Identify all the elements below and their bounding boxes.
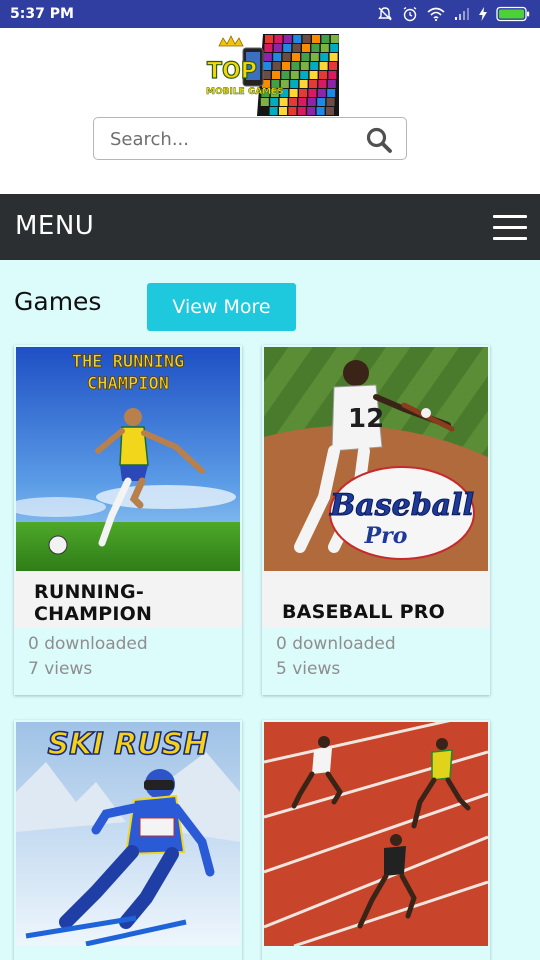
alarm-icon <box>403 6 417 22</box>
mute-bell-icon <box>378 7 392 21</box>
game-thumbnail[interactable]: THE RUNNING CHAMPION <box>16 347 240 571</box>
game-card-baseball-pro[interactable]: 12 Baseball Pro BASEBALL PRO 0 downloade… <box>262 345 490 695</box>
menu-bar: MENU <box>0 194 540 260</box>
status-icons <box>377 6 530 22</box>
status-bar: 5:37 PM <box>0 0 540 28</box>
game-card-ski-rush[interactable]: SKI RUSH <box>14 720 242 960</box>
menu-label[interactable]: MENU <box>15 211 94 241</box>
game-thumbnail[interactable] <box>264 722 488 946</box>
view-more-button[interactable]: View More <box>147 283 296 331</box>
game-thumbnail[interactable]: 12 Baseball Pro <box>264 347 488 571</box>
svg-text:TOP: TOP <box>207 59 257 84</box>
game-name-box: RUNNING- CHAMPION <box>14 571 242 627</box>
search-icon[interactable] <box>365 126 393 154</box>
svg-text:THE RUNNING: THE RUNNING <box>72 352 185 372</box>
search-input[interactable] <box>110 126 350 152</box>
svg-text:Pro: Pro <box>364 523 408 549</box>
search-box <box>93 117 407 160</box>
wifi-icon <box>427 7 445 21</box>
svg-text:12: 12 <box>348 404 384 434</box>
section-title: Games <box>14 287 102 316</box>
svg-text:SKI RUSH: SKI RUSH <box>48 727 209 762</box>
game-name-box: BASEBALL PRO <box>262 571 490 627</box>
hamburger-menu-icon[interactable] <box>493 212 527 242</box>
game-title[interactable]: BASEBALL PRO <box>282 601 445 623</box>
download-count: 0 downloaded <box>28 634 148 654</box>
charging-icon <box>479 7 487 21</box>
view-count: 7 views <box>28 659 93 679</box>
battery-icon <box>496 6 530 22</box>
view-count: 5 views <box>276 659 341 679</box>
status-time: 5:37 PM <box>10 6 74 22</box>
game-card-running-champion[interactable]: THE RUNNING CHAMPION RUNNING- CHAMPION 0 … <box>14 345 242 695</box>
download-count: 0 downloaded <box>276 634 396 654</box>
svg-text:MOBILE GAMES: MOBILE GAMES <box>206 87 284 97</box>
game-title[interactable]: RUNNING- CHAMPION <box>34 581 152 625</box>
site-header: TOP MOBILE GAMES <box>0 28 540 194</box>
svg-text:CHAMPION: CHAMPION <box>87 374 169 394</box>
svg-text:Baseball: Baseball <box>329 488 474 523</box>
site-logo[interactable]: TOP MOBILE GAMES <box>205 34 339 116</box>
game-thumbnail[interactable]: SKI RUSH <box>16 722 240 946</box>
game-card-sprint[interactable] <box>262 720 490 960</box>
signal-icon <box>455 8 469 20</box>
